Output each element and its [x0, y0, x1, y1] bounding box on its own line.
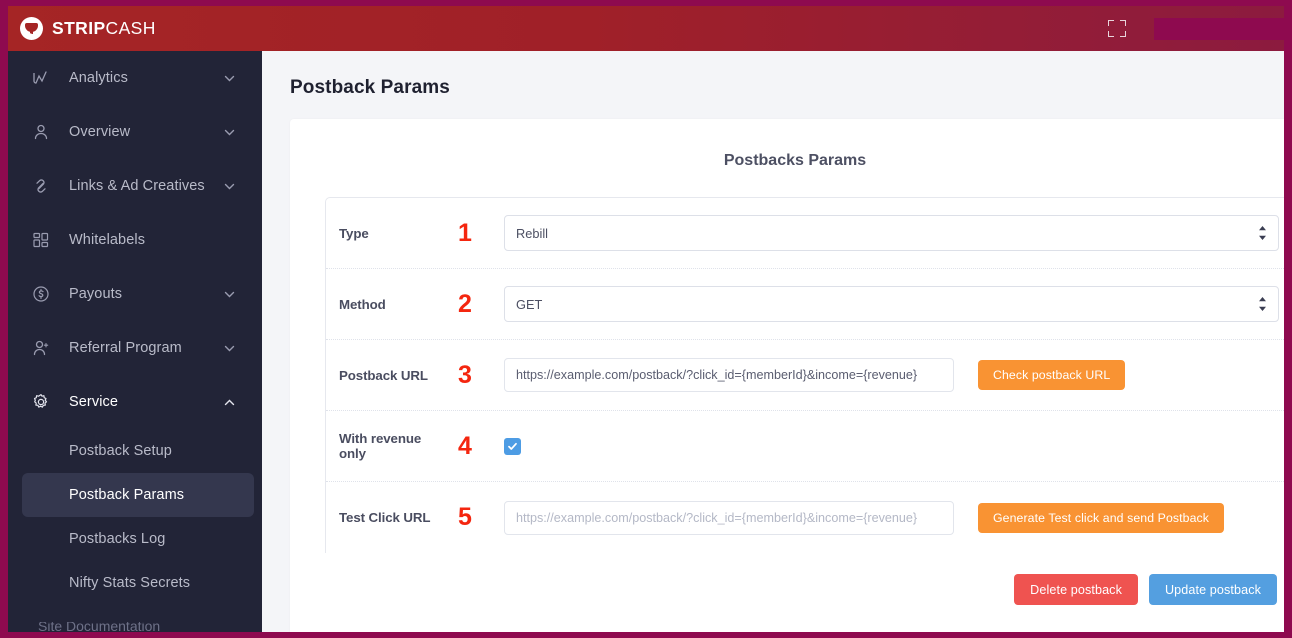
sidebar-subitem-label: Postbacks Log — [69, 531, 166, 547]
method-select[interactable]: GET — [504, 286, 1279, 322]
update-postback-button[interactable]: Update postback — [1148, 574, 1277, 605]
marker-3: 3 — [458, 360, 472, 389]
chevron-down-icon[interactable] — [223, 72, 236, 85]
content-card: Postbacks Params Type 1 Rebill Method 2 … — [290, 119, 1284, 632]
speech-bubble-logo-icon — [20, 17, 43, 40]
with-revenue-only-checkbox[interactable] — [504, 437, 521, 455]
checkmark-icon — [507, 441, 518, 452]
user-menu-overlay[interactable] — [1154, 18, 1284, 40]
grid-blocks-icon — [30, 229, 52, 251]
sidebar-subitem-postbacks-log[interactable]: Postbacks Log — [8, 517, 262, 561]
chevron-down-icon[interactable] — [223, 180, 236, 193]
marker-2: 2 — [458, 289, 472, 318]
page-frame: STRIPCASH Analytics Overview Links & Ad … — [0, 0, 1292, 638]
form-row-test-click-url: Test Click URL 5 Generate Test click and… — [326, 482, 1284, 553]
with-revenue-only-label: With revenue only — [339, 431, 422, 461]
app-window: STRIPCASH Analytics Overview Links & Ad … — [8, 6, 1284, 632]
card-title: Postbacks Params — [723, 152, 867, 169]
sidebar-subitem-postback-setup[interactable]: Postback Setup — [8, 429, 262, 473]
method-select-wrap: GET — [504, 286, 1279, 322]
sidebar-item-label: Service — [69, 394, 119, 410]
sidebar-subitem-label: Postback Setup — [69, 443, 172, 459]
sidebar-item-label: Analytics — [69, 70, 128, 86]
sidebar-item-label: Payouts — [69, 286, 123, 302]
sidebar-subitem-postback-params[interactable]: Postback Params — [22, 473, 254, 517]
check-postback-url-button[interactable]: Check postback URL — [978, 360, 1126, 390]
sidebar-subitem-label: Nifty Stats Secrets — [69, 575, 191, 591]
sidebar-footer-label: Site Documentation — [38, 622, 161, 632]
sidebar-item-payouts[interactable]: Payouts — [8, 267, 262, 321]
marker-4: 4 — [458, 431, 472, 460]
marker-1: 1 — [458, 218, 472, 247]
type-select-wrap: Rebill — [504, 215, 1279, 251]
analytics-chart-icon — [30, 67, 52, 89]
type-label: Type — [339, 225, 369, 241]
sidebar-item-service[interactable]: Service — [8, 375, 262, 429]
sidebar-subitem-label: Postback Params — [69, 487, 185, 503]
sidebar-item-analytics[interactable]: Analytics — [8, 51, 262, 105]
method-label: Method — [339, 296, 386, 312]
form-row-method: Method 2 GET — [326, 269, 1284, 340]
chevron-down-icon[interactable] — [223, 288, 236, 301]
sidebar-item-whitelabels[interactable]: Whitelabels — [8, 213, 262, 267]
postback-url-input[interactable] — [504, 358, 954, 392]
test-click-url-input[interactable] — [504, 500, 954, 535]
sidebar-item-label: Overview — [69, 124, 131, 140]
chevron-up-icon[interactable] — [223, 396, 236, 409]
link-chain-icon — [30, 175, 52, 197]
gear-icon — [30, 391, 52, 413]
sidebar-item-label: Whitelabels — [69, 232, 146, 248]
top-bar: STRIPCASH — [8, 6, 1284, 51]
form-action-bar: Delete postback Update postback — [290, 553, 1284, 605]
chevron-down-icon[interactable] — [223, 126, 236, 139]
page-title: Postback Params — [290, 77, 450, 98]
generate-test-click-button[interactable]: Generate Test click and send Postback — [978, 502, 1225, 533]
delete-postback-button[interactable]: Delete postback — [1014, 574, 1138, 605]
brand-text-light: CASH — [105, 18, 156, 38]
user-icon — [30, 121, 52, 143]
sidebar-item-referral-program[interactable]: Referral Program — [8, 321, 262, 375]
brand-logo[interactable]: STRIPCASH — [20, 6, 156, 51]
dollar-circle-icon — [30, 283, 52, 305]
user-plus-icon — [30, 337, 52, 359]
form-row-with-revenue-only: With revenue only 4 — [326, 411, 1284, 482]
form-row-type: Type 1 Rebill — [326, 198, 1284, 269]
sidebar-item-links-ad-creatives[interactable]: Links & Ad Creatives — [8, 159, 262, 213]
form-row-postback-url: Postback URL 3 Check postback URL — [326, 340, 1284, 411]
sidebar: Analytics Overview Links & Ad Creatives … — [8, 51, 262, 632]
brand-text: STRIPCASH — [52, 18, 156, 39]
sidebar-item-overview[interactable]: Overview — [8, 105, 262, 159]
postback-params-form: Type 1 Rebill Method 2 GET Postback URL … — [325, 197, 1284, 553]
sidebar-item-label: Referral Program — [69, 340, 182, 356]
sidebar-subitem-nifty-stats-secrets[interactable]: Nifty Stats Secrets — [8, 561, 262, 605]
test-click-url-label: Test Click URL — [339, 510, 431, 525]
postback-url-label: Postback URL — [339, 367, 428, 383]
main-content: Postback Params Postbacks Params Type 1 … — [262, 51, 1284, 632]
type-select[interactable]: Rebill — [504, 215, 1279, 251]
chevron-down-icon[interactable] — [223, 342, 236, 355]
brand-text-bold: STRIP — [52, 18, 106, 38]
sidebar-item-label: Links & Ad Creatives — [69, 178, 205, 194]
fullscreen-expand-icon[interactable] — [1108, 20, 1126, 37]
sidebar-footer[interactable]: Site Documentation — [8, 622, 262, 632]
marker-5: 5 — [458, 503, 472, 531]
